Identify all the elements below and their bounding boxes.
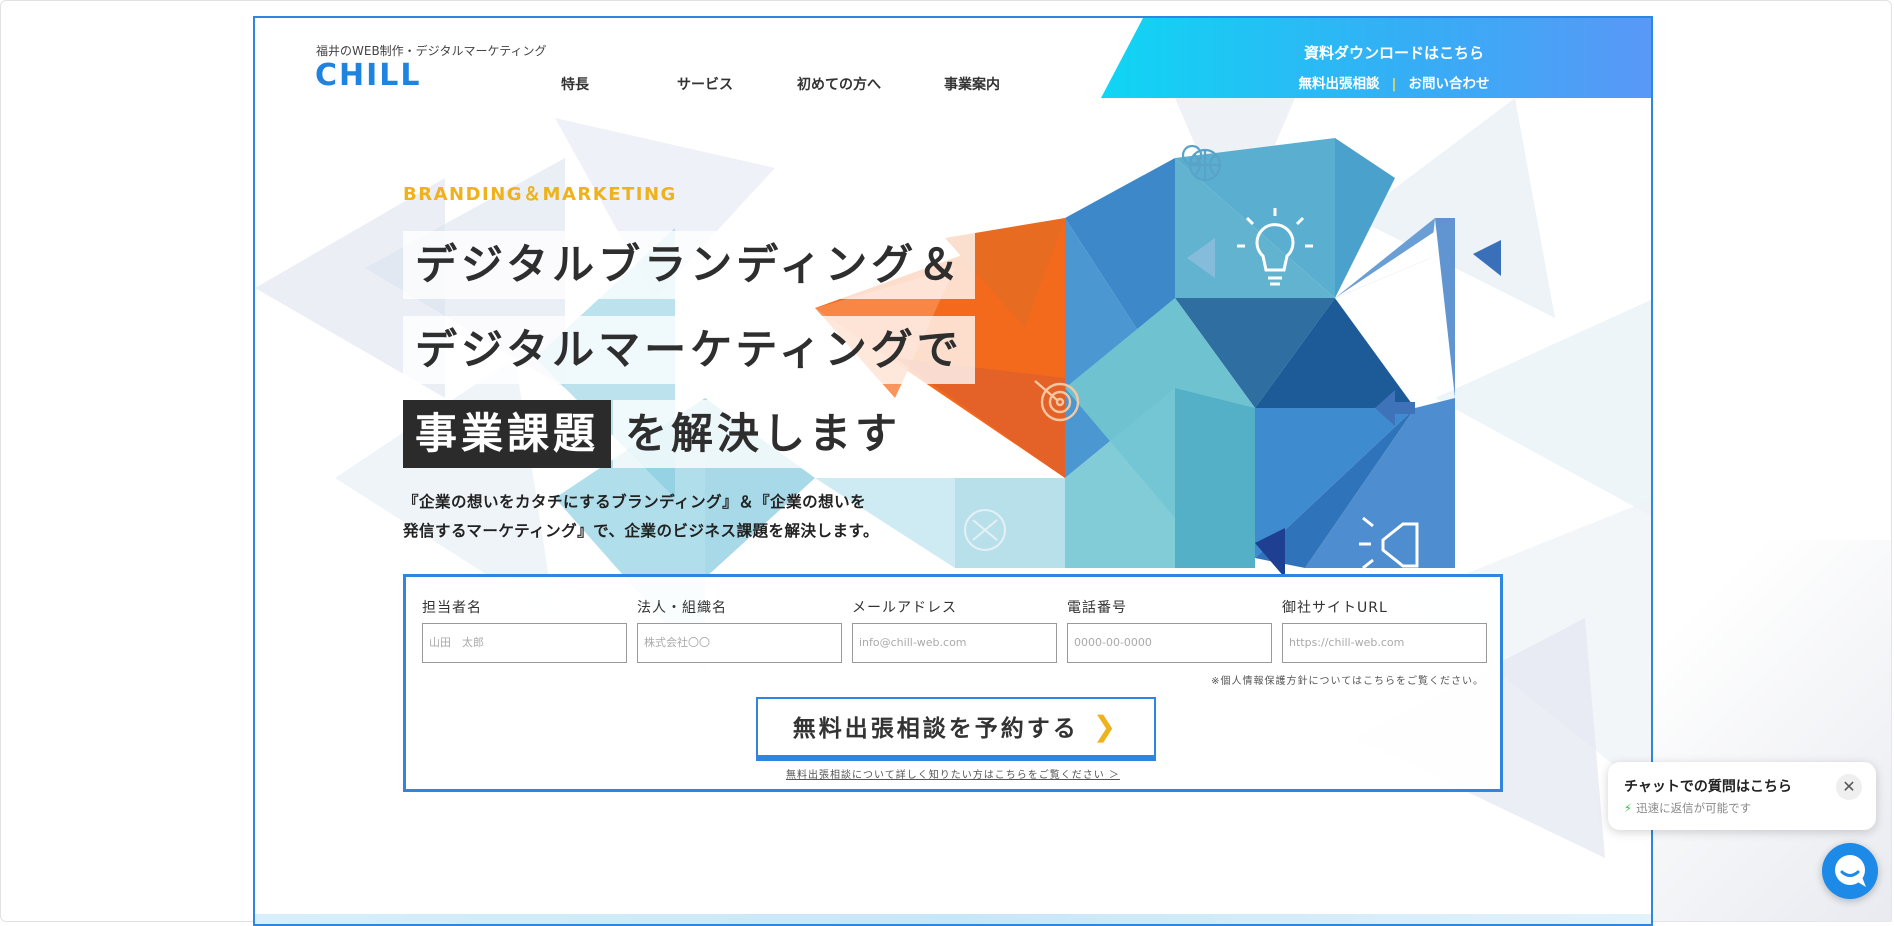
company-input[interactable]: 株式会社〇〇: [637, 623, 842, 663]
submit-label: 無料出張相談を予約する: [792, 716, 1079, 742]
form-field-company: 法人・組織名 株式会社〇〇: [637, 597, 842, 663]
form-field-url: 御社サイトURL https://chill-web.com: [1282, 597, 1487, 663]
field-label: 電話番号: [1067, 600, 1127, 616]
field-label: メールアドレス: [852, 600, 957, 616]
cta-divider: |: [1391, 76, 1397, 92]
headline-highlight: 事業課題: [403, 400, 612, 468]
hero-description: 『企業の想いをカタチにするブランディング』＆『企業の想いを 発信するマーケティン…: [403, 488, 879, 546]
download-materials-link[interactable]: 資料ダウンロードはこちら: [1101, 42, 1651, 63]
nav-features[interactable]: 特長: [561, 74, 589, 94]
chevron-right-icon: ❯: [1092, 710, 1120, 743]
privacy-policy-link[interactable]: ※個人情報保護方針についてはこちらをご覧ください。: [1211, 672, 1484, 687]
form-field-phone: 電話番号 0000-00-0000: [1067, 597, 1272, 663]
field-label: 御社サイトURL: [1282, 600, 1388, 616]
nav-business[interactable]: 事業案内: [944, 74, 1000, 94]
bolt-icon: ⚡: [1624, 801, 1633, 815]
email-input[interactable]: info@chill-web.com: [852, 623, 1057, 663]
chat-title: チャットでの質問はこちら: [1624, 779, 1792, 795]
header-cta-block: 資料ダウンロードはこちら 無料出張相談 | お問い合わせ: [1101, 18, 1651, 98]
name-input[interactable]: 山田 太郎: [422, 623, 627, 663]
logo-tagline: 福井のWEB制作・デジタルマーケティング: [316, 44, 547, 58]
hero-eyebrow: BRANDING＆MARKETING: [403, 184, 677, 205]
hero-description-line-2: 発信するマーケティング』で、企業のビジネス課題を解決します。: [403, 522, 879, 540]
nav-services[interactable]: サービス: [677, 74, 733, 94]
close-icon[interactable]: ✕: [1836, 774, 1862, 800]
chat-bubble-icon: [1835, 855, 1866, 887]
headline-line-3: を解決します: [613, 400, 914, 468]
form-field-name: 担当者名 山田 太郎: [422, 597, 627, 663]
headline-line-2: デジタルマーケティングで: [403, 316, 975, 384]
field-label: 担当者名: [422, 600, 482, 616]
next-section-edge: [255, 914, 1651, 924]
headline-line-1: デジタルブランディング＆: [403, 231, 976, 299]
consultation-form: 担当者名 山田 太郎 法人・組織名 株式会社〇〇 メールアドレス info@ch…: [403, 574, 1503, 792]
contact-link[interactable]: お問い合わせ: [1408, 76, 1489, 92]
chat-prompt-card[interactable]: チャットでの質問はこちら ⚡ 迅速に返信が可能です ✕: [1608, 762, 1876, 830]
chat-subtitle: ⚡ 迅速に返信が可能です: [1624, 800, 1751, 816]
nav-first-time[interactable]: 初めての方へ: [797, 74, 881, 94]
site-container: 福井のWEB制作・デジタルマーケティング CHILL 特長 サービス 初めての方…: [253, 16, 1653, 926]
form-field-email: メールアドレス info@chill-web.com: [852, 597, 1057, 663]
consultation-info-link[interactable]: 無料出張相談について詳しく知りたい方はこちらをご覧ください ＞: [406, 766, 1500, 781]
hero-description-line-1: 『企業の想いをカタチにするブランディング』＆『企業の想いを: [403, 493, 867, 511]
chat-subtitle-text: 迅速に返信が可能です: [1636, 801, 1752, 815]
book-consultation-button[interactable]: 無料出張相談を予約する ❯: [756, 697, 1156, 761]
field-label: 法人・組織名: [637, 600, 727, 616]
free-consult-link[interactable]: 無料出張相談: [1299, 76, 1380, 92]
url-input[interactable]: https://chill-web.com: [1282, 623, 1487, 663]
chat-launcher-button[interactable]: [1822, 843, 1878, 899]
phone-input[interactable]: 0000-00-0000: [1067, 623, 1272, 663]
site-logo[interactable]: CHILL: [315, 58, 422, 93]
cta-sub-links: 無料出張相談 | お問い合わせ: [1101, 72, 1651, 92]
